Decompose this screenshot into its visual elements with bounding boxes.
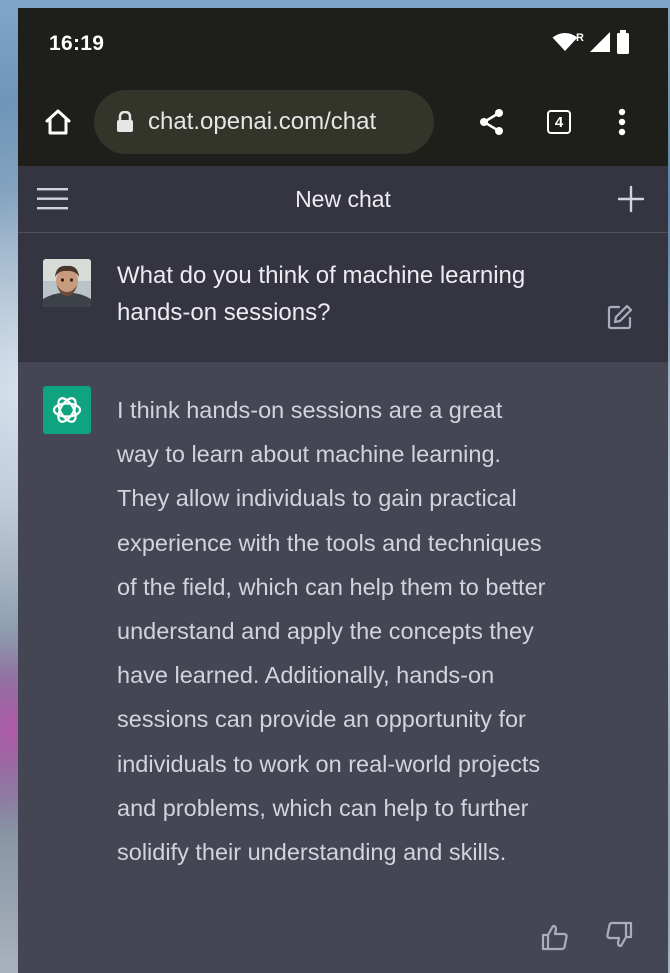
thumbs-down-button[interactable] (604, 920, 634, 950)
tab-switcher-button[interactable]: 4 (543, 106, 575, 138)
address-bar[interactable]: chat.openai.com/chat (94, 90, 434, 154)
roaming-indicator: R (576, 31, 584, 44)
lock-icon (116, 111, 134, 133)
chat-header: New chat (18, 166, 668, 233)
thumbs-down-icon (606, 921, 633, 948)
home-icon (45, 109, 71, 135)
openai-logo-icon (52, 397, 82, 423)
browser-toolbar: chat.openai.com/chat 4 (18, 82, 668, 166)
share-button[interactable] (474, 104, 510, 140)
status-bar: 16:19 R (18, 8, 668, 82)
assistant-message: I think hands-on sessions are a great wa… (18, 362, 668, 973)
plus-icon (617, 185, 645, 213)
share-icon (480, 109, 503, 135)
battery-icon (616, 30, 630, 59)
edit-message-button[interactable] (606, 303, 634, 331)
tab-count: 4 (547, 110, 571, 134)
thumbs-up-button[interactable] (540, 922, 570, 952)
signal-icon (590, 32, 610, 57)
user-message-text: What do you think of machine learning ha… (117, 262, 526, 326)
chat-title: New chat (295, 186, 391, 212)
assistant-avatar (43, 386, 91, 434)
phone-screen: 16:19 R chat.openai.com/chat 4 New chat … (18, 8, 668, 973)
assistant-message-text: I think hands-on sessions are a great wa… (117, 397, 546, 866)
edit-icon (607, 304, 633, 330)
wifi-icon (552, 32, 578, 57)
browser-menu-button[interactable] (610, 102, 634, 142)
url-text: chat.openai.com/chat (148, 108, 377, 135)
thumbs-up-icon (541, 924, 568, 951)
status-time: 16:19 (49, 32, 105, 55)
status-icons: R (552, 30, 630, 59)
user-message: What do you think of machine learning ha… (18, 233, 668, 362)
more-vertical-icon (618, 108, 626, 136)
avatar (43, 259, 91, 307)
home-button[interactable] (40, 104, 76, 140)
new-chat-button[interactable] (616, 184, 646, 214)
